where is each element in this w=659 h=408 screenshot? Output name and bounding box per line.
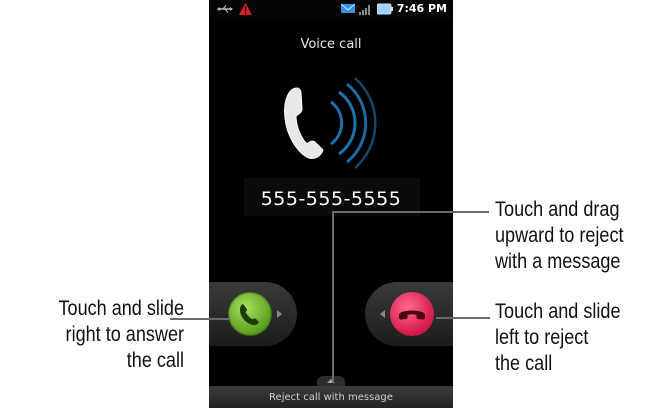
leader-line-reject <box>436 317 490 319</box>
callout-answer: Touch and slide right to answer the call <box>58 297 184 372</box>
battery-icon <box>376 3 393 14</box>
reject-with-message-label: Reject call with message <box>269 392 393 403</box>
callout-reject: Touch and slide left to reject the call <box>495 300 621 375</box>
phone-reject-icon <box>399 310 425 320</box>
callout-reject-with-message: Touch and drag upward to reject with a m… <box>495 198 624 273</box>
call-type-title: Voice call <box>300 37 362 52</box>
slide-left-arrow-icon <box>380 310 385 318</box>
status-bar: 7:46 PM <box>209 0 453 20</box>
signal-icon <box>358 4 370 15</box>
usb-icon <box>217 5 233 13</box>
leader-line-reject-message-horizontal <box>332 211 489 213</box>
slide-right-arrow-icon <box>277 310 282 318</box>
answer-slider[interactable] <box>209 282 297 346</box>
alert-icon <box>239 3 252 15</box>
reject-slider[interactable] <box>365 282 453 346</box>
phone-answer-icon <box>239 304 259 326</box>
handset-icon <box>284 87 324 159</box>
phone-screen: 7:46 PM Voice call 555-555-5555 Reject c… <box>209 0 453 408</box>
message-icon <box>340 3 355 13</box>
incoming-call-graphic <box>279 72 389 172</box>
status-time: 7:46 PM <box>396 2 447 15</box>
leader-line-reject-message-vertical <box>332 211 334 383</box>
answer-button[interactable] <box>228 292 272 336</box>
reject-button[interactable] <box>390 292 434 336</box>
caller-number: 555-555-5555 <box>260 188 402 210</box>
